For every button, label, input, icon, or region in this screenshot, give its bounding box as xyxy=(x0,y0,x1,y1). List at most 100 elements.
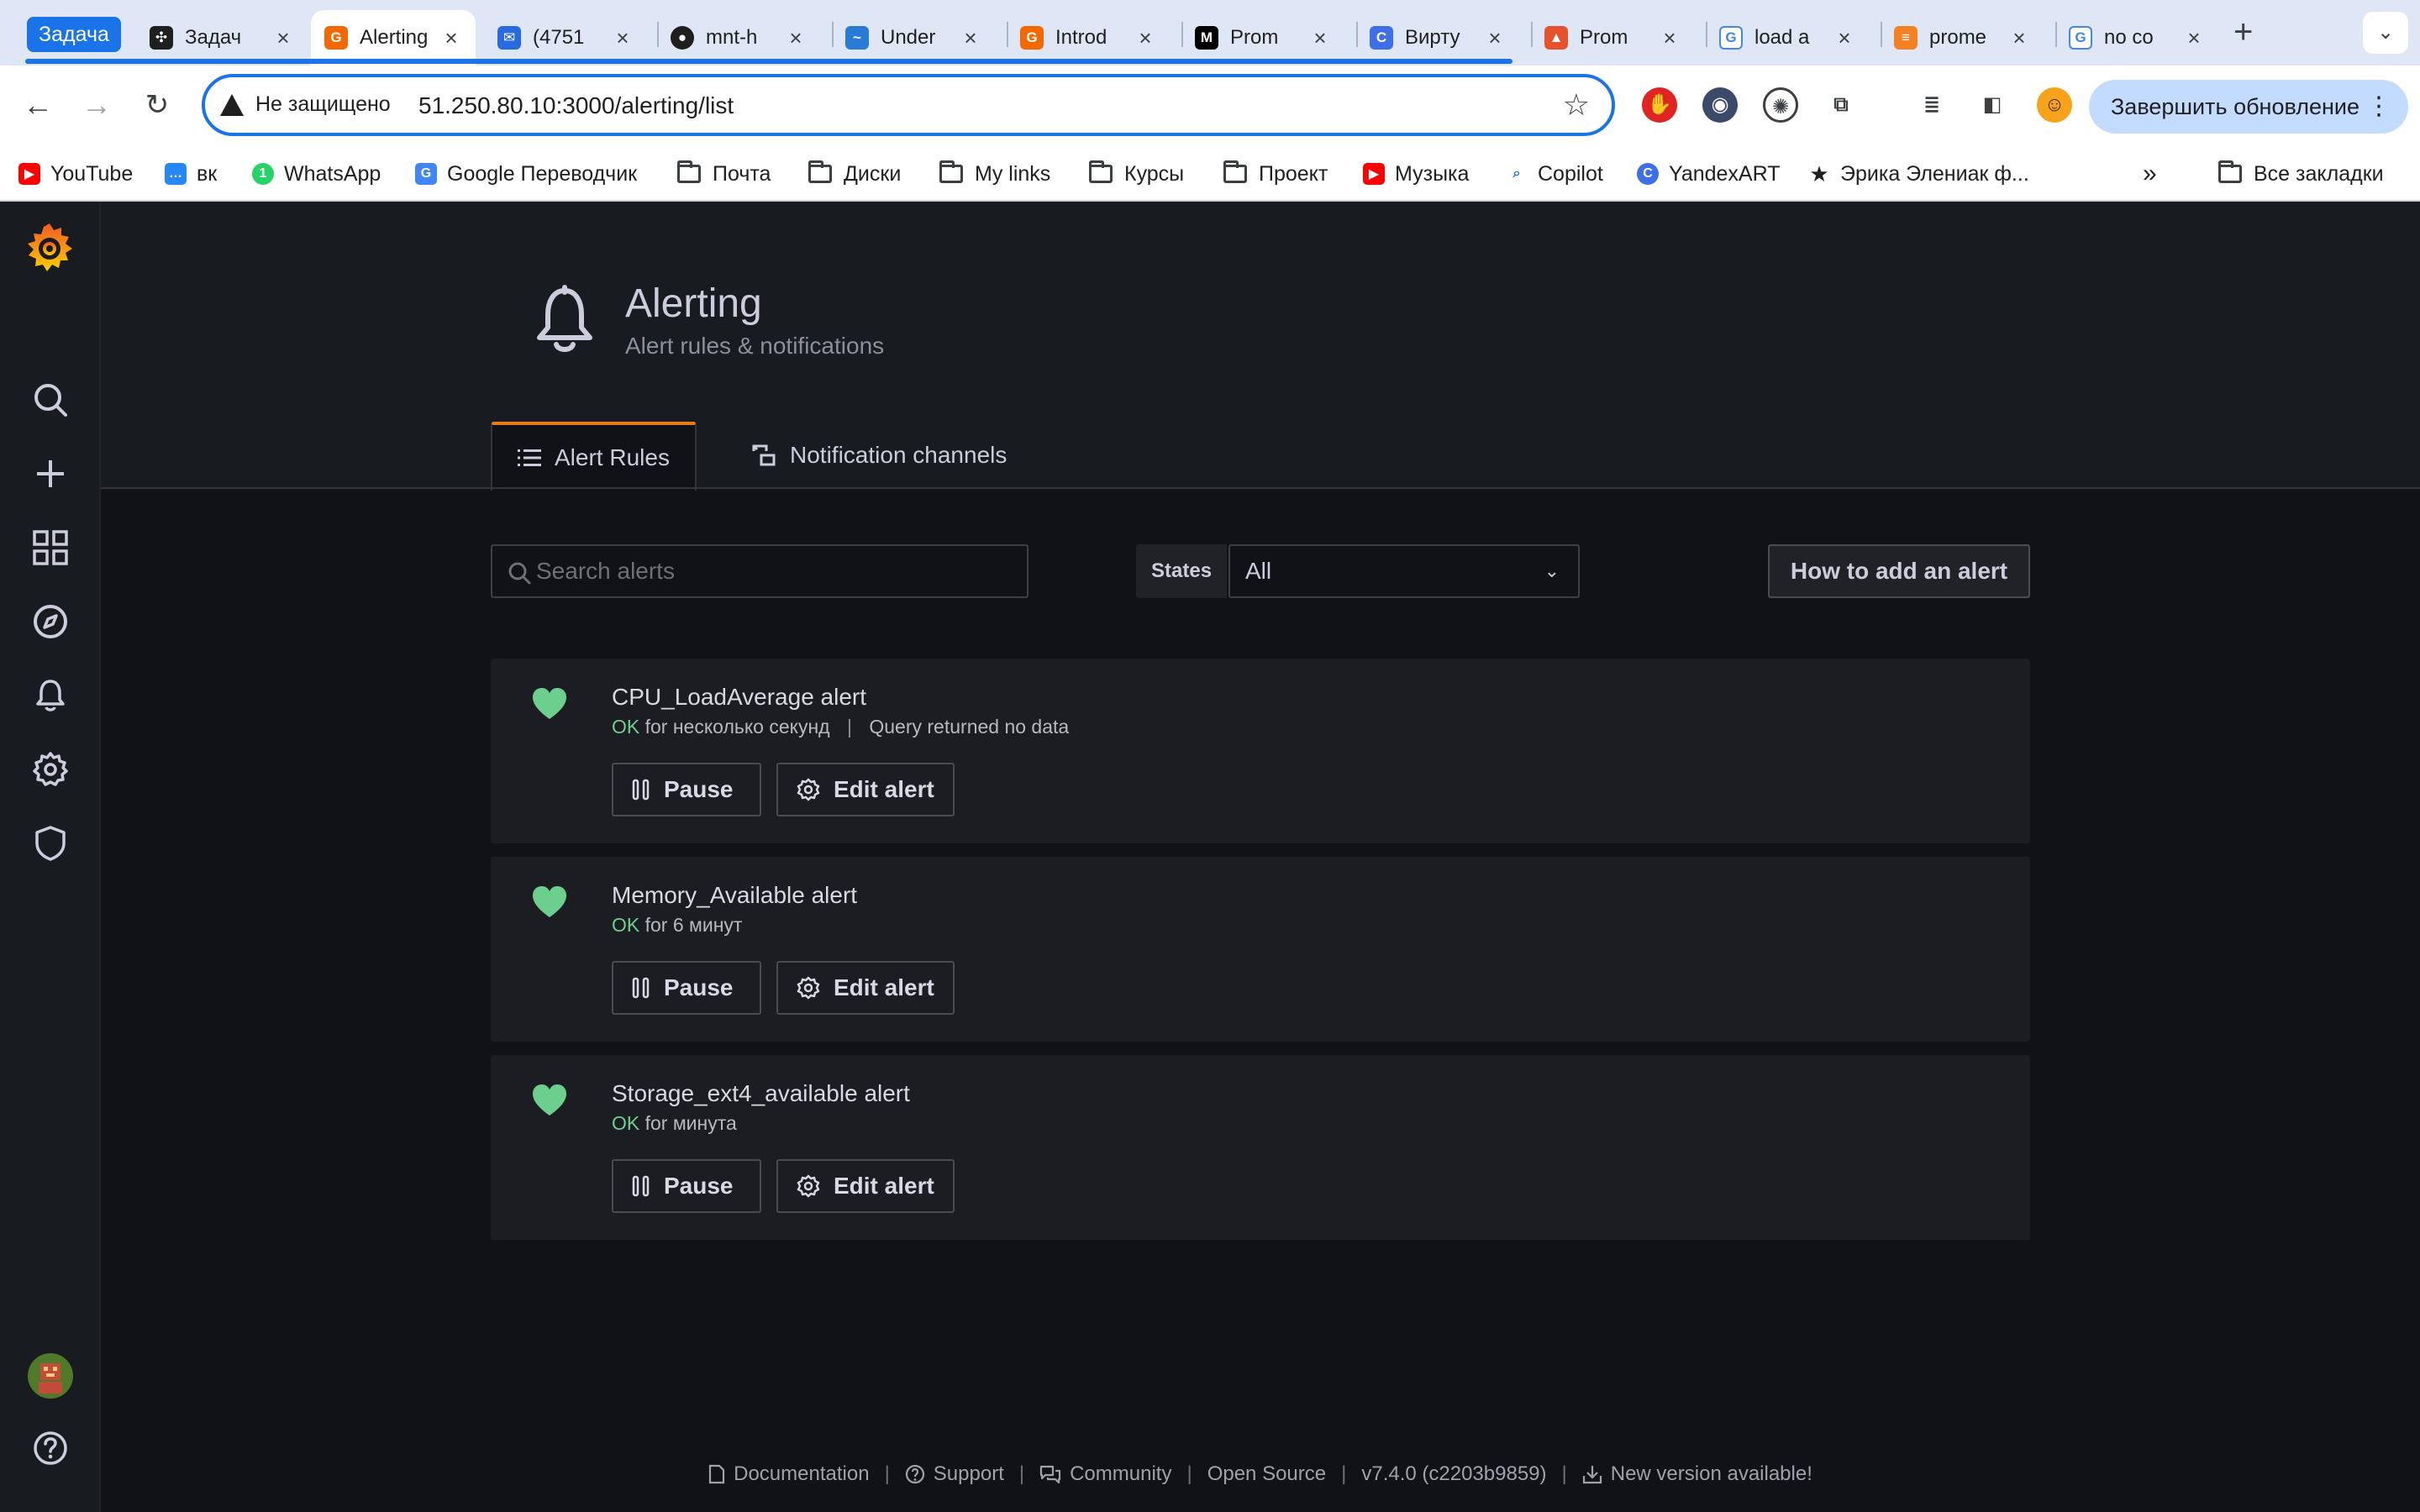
alert-name[interactable]: Storage_ext4_available alert xyxy=(612,1080,910,1107)
states-select[interactable]: All ⌄ xyxy=(1228,544,1580,598)
footer-community-link[interactable]: Community xyxy=(1039,1462,1171,1486)
bookmark-item[interactable]: C YandexART xyxy=(1637,160,1780,188)
grafana-icon: G xyxy=(1020,26,1044,50)
profile-avatar-icon[interactable]: ☺ xyxy=(2037,87,2072,123)
close-tab-icon[interactable]: × xyxy=(1134,25,1156,51)
browser-tab[interactable]: G no co × xyxy=(2055,10,2218,66)
browser-tab[interactable]: G load a × xyxy=(1706,10,1869,66)
dashboards-grid-icon[interactable] xyxy=(27,524,74,571)
new-tab-icon[interactable]: + xyxy=(2233,15,2253,49)
bookmark-item[interactable]: 1 WhatsApp xyxy=(252,160,381,188)
bookmark-folder[interactable]: My links xyxy=(939,160,1050,188)
how-to-add-alert-button[interactable]: How to add an alert xyxy=(1768,544,2030,598)
side-panel-icon[interactable]: ◧ xyxy=(1975,87,2010,123)
gear-icon xyxy=(797,1174,820,1198)
bookmark-folder[interactable]: Курсы xyxy=(1089,160,1184,188)
browser-tab[interactable]: ● mnt-h × xyxy=(657,10,820,66)
folder-icon xyxy=(808,160,832,183)
pause-button[interactable]: Pause xyxy=(612,961,761,1015)
footer-documentation-link[interactable]: Documentation xyxy=(708,1462,870,1486)
tab-alert-rules[interactable]: Alert Rules xyxy=(491,422,697,491)
bookmark-item[interactable]: ⌕ Copilot xyxy=(1506,160,1603,188)
reload-icon[interactable]: ↻ xyxy=(136,84,178,126)
explore-compass-icon[interactable] xyxy=(27,598,74,645)
browser-tab[interactable]: G Introd × xyxy=(1007,10,1170,66)
states-label: States xyxy=(1136,544,1228,598)
create-plus-icon[interactable] xyxy=(27,450,74,497)
footer-support-link[interactable]: Support xyxy=(905,1462,1004,1486)
footer-new-version-link[interactable]: New version available! xyxy=(1582,1462,1812,1486)
c-icon: C xyxy=(1370,26,1393,50)
back-icon[interactable]: ← xyxy=(17,84,59,126)
browser-tab[interactable]: ≡ prome × xyxy=(1881,10,2044,66)
extension-icon[interactable]: ✺ xyxy=(1763,87,1798,123)
bookmark-folder[interactable]: Почта xyxy=(677,160,771,188)
close-tab-icon[interactable]: × xyxy=(1309,25,1331,51)
alert-name[interactable]: CPU_LoadAverage alert xyxy=(612,684,866,711)
bookmark-star-icon[interactable]: ☆ xyxy=(1563,87,1590,123)
finish-update-button[interactable]: Завершить обновление ⋮ xyxy=(2089,80,2408,134)
alert-state-info: OK for 6 минут xyxy=(612,914,742,937)
security-indicator[interactable]: Не защищено xyxy=(220,92,391,117)
close-tab-icon[interactable]: × xyxy=(785,25,807,51)
edit-alert-button[interactable]: Edit alert xyxy=(776,763,955,816)
address-bar[interactable]: Не защищено 51.250.80.10:3000/alerting/l… xyxy=(202,74,1615,136)
close-tab-icon[interactable]: × xyxy=(1833,25,1855,51)
pause-button[interactable]: Pause xyxy=(612,763,761,816)
adblock-extension-icon[interactable]: ✋ xyxy=(1642,87,1677,123)
close-tab-icon[interactable]: × xyxy=(272,25,294,51)
browser-tab[interactable]: ~ Under × xyxy=(832,10,995,66)
grafana-logo-icon[interactable] xyxy=(22,220,77,276)
server-admin-shield-icon[interactable] xyxy=(27,820,74,867)
url-text[interactable]: 51.250.80.10:3000/alerting/list xyxy=(418,92,734,119)
browser-tab[interactable]: ✉ (4751 × xyxy=(484,10,647,66)
browser-tab[interactable]: C Вирту × xyxy=(1356,10,1519,66)
close-tab-icon[interactable]: × xyxy=(2008,25,2030,51)
alerting-bell-icon[interactable] xyxy=(27,672,74,719)
extensions-puzzle-icon[interactable]: ⧉ xyxy=(1823,87,1859,123)
extension-icon[interactable]: ◉ xyxy=(1702,87,1738,123)
folder-icon xyxy=(2218,160,2242,183)
alert-rule-card: CPU_LoadAverage alert OK for несколько с… xyxy=(491,659,2030,843)
more-bookmarks-icon[interactable]: » xyxy=(2143,160,2157,188)
bookmark-item[interactable]: ▶ YouTube xyxy=(18,160,133,188)
pause-button[interactable]: Pause xyxy=(612,1159,761,1213)
browser-tab[interactable]: ▲ Prom × xyxy=(1531,10,1694,66)
heart-icon xyxy=(533,1084,566,1116)
bookmark-item[interactable]: ▶ Музыка xyxy=(1363,160,1469,188)
info-separator: | xyxy=(847,716,852,738)
footer-open-source-link[interactable]: Open Source xyxy=(1207,1462,1326,1486)
menu-dots-icon[interactable]: ⋮ xyxy=(2366,80,2391,134)
help-icon[interactable] xyxy=(27,1425,74,1472)
bookmark-item[interactable]: G Google Переводчик xyxy=(415,160,637,188)
footer: Documentation | Support | Community | Op… xyxy=(101,1453,2420,1495)
close-tab-icon[interactable]: × xyxy=(612,25,634,51)
bookmark-item[interactable]: … вк xyxy=(165,160,217,188)
close-tab-icon[interactable]: × xyxy=(440,25,462,51)
search-alerts-input[interactable]: Search alerts xyxy=(491,544,1028,598)
browser-tab[interactable]: ✣ Задач × xyxy=(136,10,308,66)
alert-name[interactable]: Memory_Available alert xyxy=(612,882,857,909)
tab-notification-channels[interactable]: Notification channels xyxy=(726,422,1032,489)
edit-alert-button[interactable]: Edit alert xyxy=(776,961,955,1015)
close-tab-icon[interactable]: × xyxy=(960,25,981,51)
bookmark-folder[interactable]: Диски xyxy=(808,160,901,188)
user-avatar[interactable] xyxy=(27,1352,74,1399)
bookmark-item[interactable]: ★ Эрика Элениак ф... xyxy=(1808,160,2029,188)
tab-group-chip[interactable]: Задача xyxy=(27,17,121,52)
bookmark-folder[interactable]: Проект xyxy=(1223,160,1328,188)
browser-tab[interactable]: M Prom × xyxy=(1181,10,1344,66)
close-tab-icon[interactable]: × xyxy=(2183,25,2205,51)
browser-tab-active[interactable]: G Alerting × xyxy=(311,10,476,66)
configuration-gear-icon[interactable] xyxy=(27,746,74,793)
all-bookmarks-folder[interactable]: Все закладки xyxy=(2218,160,2384,188)
close-tab-icon[interactable]: × xyxy=(1484,25,1506,51)
media-controls-icon[interactable]: ≣ xyxy=(1914,87,1949,123)
alert-rule-card: Storage_ext4_available alert OK for мину… xyxy=(491,1055,2030,1240)
forward-icon[interactable]: → xyxy=(76,84,118,126)
edit-alert-button[interactable]: Edit alert xyxy=(776,1159,955,1213)
tab-search-icon[interactable]: ⌄ xyxy=(2363,12,2408,54)
close-tab-icon[interactable]: × xyxy=(1659,25,1681,51)
mail-icon: ✉ xyxy=(497,26,521,50)
search-icon[interactable] xyxy=(27,376,74,423)
